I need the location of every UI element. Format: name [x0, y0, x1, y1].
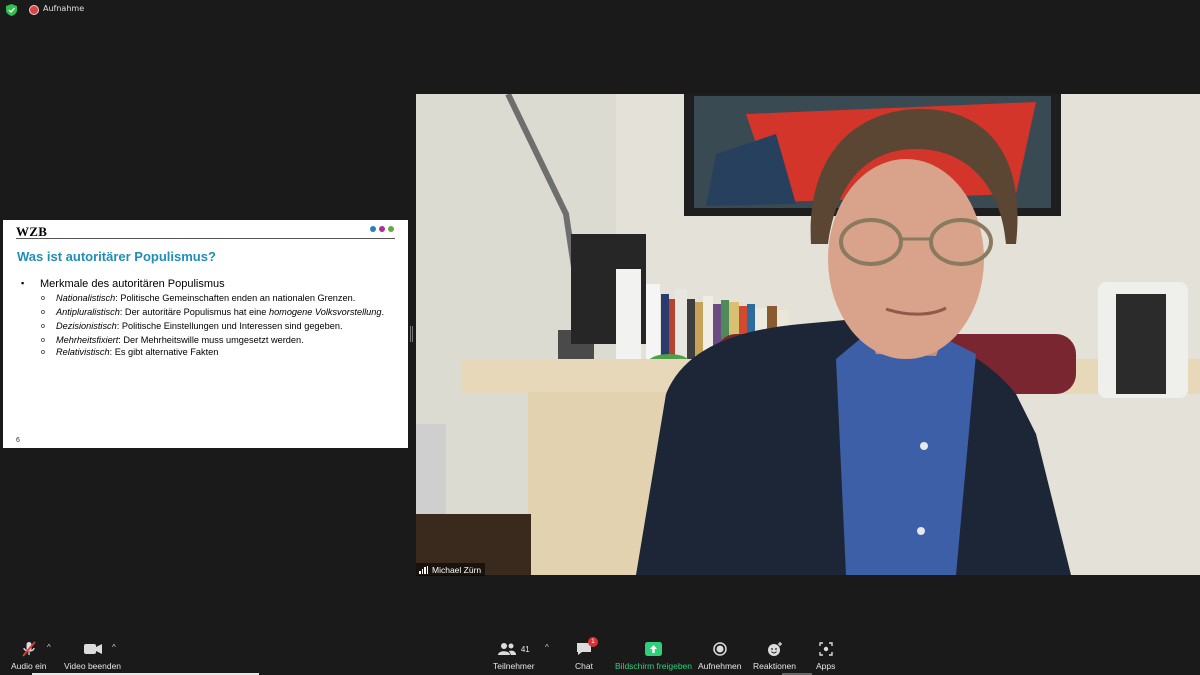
- sub-item-text: : Der Mehrheitswille muss umgesetzt werd…: [118, 335, 304, 345]
- brand-dot-green: [388, 226, 394, 232]
- circle-bullet-icon: o: [41, 323, 45, 330]
- slide-sub-item: o Dezisionistisch: Politische Einstellun…: [41, 321, 386, 332]
- circle-bullet-icon: o: [41, 337, 45, 344]
- sub-item-term: Dezisionistisch: [56, 321, 117, 331]
- audio-options-caret-icon[interactable]: ^: [47, 643, 51, 652]
- meeting-toolbar: Audio ein ^ Video beenden ^ 41 Teilnehme…: [0, 635, 1200, 675]
- slide-sub-item: o Nationalistisch: Politische Gemeinscha…: [41, 293, 386, 304]
- top-bar: Aufnahme: [0, 0, 1200, 20]
- shield-icon[interactable]: [6, 4, 17, 16]
- brand-dot-purple: [379, 226, 385, 232]
- participants-options-caret-icon[interactable]: ^: [545, 643, 549, 652]
- emoji-reaction-icon: [767, 642, 782, 656]
- video-frame-illustration: [416, 94, 1200, 575]
- share-screen-icon: [645, 642, 662, 656]
- square-bullet-icon: ▪: [21, 278, 25, 288]
- participants-count: 41: [520, 644, 530, 654]
- chat-button-label: Chat: [575, 661, 593, 671]
- sub-item-term: Relativistisch: [56, 347, 110, 357]
- participants-button-label: Teilnehmer: [493, 661, 535, 671]
- participant-video[interactable]: [416, 94, 1200, 575]
- slide-bullet: ▪ Merkmale des autoritären Populismus: [21, 278, 225, 290]
- participant-name-tag: Michael Zürn: [416, 563, 486, 576]
- sub-item-term: Nationalistisch: [56, 293, 116, 303]
- sub-item-text: : Politische Gemeinschaften enden an nat…: [115, 293, 356, 303]
- sub-item-tail: .: [381, 307, 385, 317]
- recording-indicator-icon[interactable]: [29, 5, 39, 15]
- shared-slide: WZB Was ist autoritärer Populismus? ▪ Me…: [3, 220, 408, 448]
- chat-button[interactable]: 1 Chat: [575, 637, 598, 671]
- video-options-caret-icon[interactable]: ^: [112, 643, 116, 652]
- participant-name: Michael Zürn: [432, 564, 482, 575]
- signal-strength-icon: [419, 565, 428, 574]
- recording-label[interactable]: Aufnahme: [43, 4, 84, 13]
- slide-bullet-text: Merkmale des autoritären Populismus: [40, 278, 225, 290]
- reactions-button[interactable]: Reaktionen: [753, 641, 796, 671]
- circle-bullet-icon: o: [41, 309, 45, 316]
- sub-item-text: : Der autoritäre Populismus hat eine: [119, 307, 269, 317]
- sub-item-term: Antipluralistisch: [56, 307, 120, 317]
- audio-button[interactable]: Audio ein: [11, 641, 46, 671]
- slide-sub-item: o Mehrheitsfixiert: Der Mehrheitswille m…: [41, 335, 386, 346]
- record-icon: [712, 642, 727, 656]
- split-resize-handle[interactable]: [410, 326, 413, 342]
- slide-sub-item: o Relativistisch: Es gibt alternative Fa…: [41, 347, 386, 358]
- chat-unread-badge: 1: [587, 637, 598, 647]
- slide-sub-list: o Nationalistisch: Politische Gemeinscha…: [41, 293, 386, 361]
- record-button[interactable]: Aufnehmen: [698, 641, 741, 671]
- record-button-label: Aufnehmen: [698, 661, 742, 671]
- audio-button-label: Audio ein: [11, 661, 47, 671]
- share-screen-button[interactable]: Bildschirm freigeben: [615, 641, 692, 671]
- muted-microphone-icon: [22, 641, 36, 657]
- sub-item-text: : Es gibt alternative Fakten: [109, 347, 219, 357]
- apps-icon: [818, 642, 833, 656]
- sub-item-text: : Politische Einstellungen und Interesse…: [116, 321, 343, 331]
- apps-button[interactable]: Apps: [816, 641, 835, 671]
- slide-header-rule: [16, 238, 395, 239]
- sub-item-term: Mehrheitsfixiert: [56, 335, 119, 345]
- participants-button[interactable]: 41 Teilnehmer: [493, 641, 535, 671]
- slide-brand-dots: [370, 226, 394, 232]
- sub-item-emphasis: homogene Volksvorstellung: [268, 307, 382, 317]
- slide-page-number: 6: [16, 437, 20, 444]
- slide-title: Was ist autoritärer Populismus?: [17, 249, 216, 264]
- circle-bullet-icon: o: [41, 349, 45, 356]
- slide-sub-item: o Antipluralistisch: Der autoritäre Popu…: [41, 307, 386, 318]
- circle-bullet-icon: o: [41, 295, 45, 302]
- participants-icon: [497, 643, 516, 655]
- stop-video-button-label: Video beenden: [64, 661, 122, 671]
- apps-button-label: Apps: [816, 661, 836, 671]
- brand-dot-blue: [370, 226, 376, 232]
- video-camera-icon: [83, 644, 102, 654]
- share-screen-button-label: Bildschirm freigeben: [615, 661, 693, 671]
- reactions-button-label: Reaktionen: [753, 661, 797, 671]
